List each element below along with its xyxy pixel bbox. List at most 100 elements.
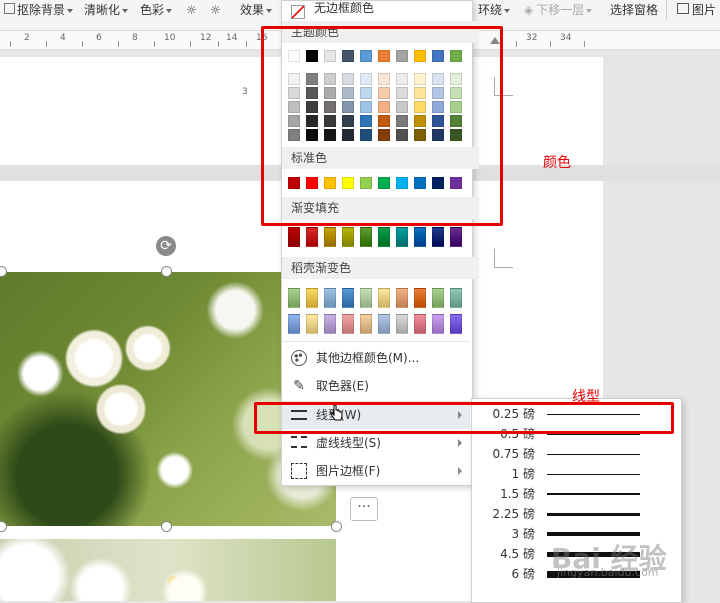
gradient-color-swatch[interactable]: [342, 227, 354, 247]
baidu-watermark-url: jingyan.baidu.com: [557, 566, 659, 579]
brightness-up-button[interactable]: ☼: [186, 0, 197, 20]
line-weight-sample: [547, 493, 640, 495]
daoke-gradient-swatch[interactable]: [450, 288, 462, 308]
line-weight-option[interactable]: 0.75 磅: [472, 444, 681, 464]
chevron-down-icon: [67, 8, 74, 13]
flower-image-2[interactable]: [0, 539, 336, 601]
daoke-gradient-swatch[interactable]: [378, 314, 390, 334]
line-weight-label: 2.25 磅: [492, 507, 535, 521]
daoke-gradient-swatch[interactable]: [360, 314, 372, 334]
ruler-label: 8: [132, 33, 138, 43]
resize-handle[interactable]: [161, 266, 172, 277]
margin-corner: [494, 249, 513, 268]
ruler-label: 10: [164, 33, 176, 43]
picture-button[interactable]: 图片: [666, 0, 716, 20]
page-number-mark: 3: [242, 87, 248, 97]
daoke-gradient-swatch[interactable]: [396, 288, 408, 308]
line-type-annotation: 线型: [572, 389, 600, 405]
rotate-handle-icon[interactable]: ⟳: [156, 236, 176, 256]
eyedropper-icon: ✎: [293, 378, 305, 394]
chevron-down-icon: [586, 8, 593, 13]
gradient-color-swatch[interactable]: [378, 227, 390, 247]
ruler-label: 4: [60, 33, 66, 43]
daoke-gradient-swatch[interactable]: [450, 314, 462, 334]
daoke-gradient-swatch[interactable]: [306, 314, 318, 334]
more-options-button[interactable]: ···: [350, 497, 378, 521]
line-weight-label: 1 磅: [511, 467, 535, 481]
ruler-label: 2: [24, 33, 30, 43]
line-type-highlight-box: [254, 402, 674, 434]
line-weight-sample: [547, 513, 640, 516]
remove-background-icon: [4, 3, 15, 14]
effects-button[interactable]: 效果: [240, 0, 273, 20]
line-weight-option[interactable]: 2.25 磅: [472, 504, 681, 524]
line-weight-sample: [547, 474, 640, 475]
daoke-gradient-swatch[interactable]: [414, 288, 426, 308]
resize-handle[interactable]: [161, 521, 172, 532]
daoke-gradient-swatch[interactable]: [342, 314, 354, 334]
no-color-icon: [291, 5, 305, 19]
line-weight-label: 0.75 磅: [492, 447, 535, 461]
brightness-down-button[interactable]: ☼: [210, 0, 221, 20]
color-button[interactable]: 色彩: [140, 0, 173, 20]
gradient-color-swatch[interactable]: [360, 227, 372, 247]
palette-icon: [291, 350, 307, 366]
daoke-gradient-swatch[interactable]: [432, 314, 444, 334]
wrap-button[interactable]: 环绕: [478, 0, 511, 20]
daoke-gradient-swatch[interactable]: [324, 288, 336, 308]
picture-border-item[interactable]: 图片边框(F): [282, 457, 470, 485]
line-weight-label: 3 磅: [511, 527, 535, 541]
chevron-down-icon: [266, 8, 273, 13]
line-weight-label: 6 磅: [511, 567, 535, 581]
gradient-color-swatch[interactable]: [306, 227, 318, 247]
remove-background-button[interactable]: 抠除背景: [4, 0, 74, 20]
daoke-gradient-swatch[interactable]: [306, 288, 318, 308]
daoke-gradient-swatch[interactable]: [288, 314, 300, 334]
line-weight-label: 1.5 磅: [500, 487, 535, 501]
color-highlight-box: [261, 26, 503, 226]
gradient-color-swatch[interactable]: [432, 227, 444, 247]
chevron-down-icon: [122, 8, 129, 13]
daoke-gradient-swatch[interactable]: [378, 288, 390, 308]
line-weight-sample: [547, 434, 640, 435]
daoke-gradient-swatch[interactable]: [414, 314, 426, 334]
gradient-color-swatch[interactable]: [396, 227, 408, 247]
line-weight-sample: [547, 532, 640, 536]
layer-down-icon: ◈: [524, 3, 534, 17]
ruler-label: 34: [560, 33, 572, 43]
ruler-label: 12: [200, 33, 212, 43]
daoke-gradient-header: 稻壳渐变色: [282, 257, 479, 279]
dash-line-icon: [291, 436, 307, 448]
chevron-down-icon: [504, 8, 511, 13]
line-weight-sample: [547, 454, 640, 455]
daoke-gradient-swatch[interactable]: [342, 288, 354, 308]
eyedropper-item[interactable]: ✎ 取色器(E): [282, 372, 470, 400]
daoke-gradient-swatch[interactable]: [360, 288, 372, 308]
line-weight-option[interactable]: 1.5 磅: [472, 484, 681, 504]
line-weight-option[interactable]: 1 磅: [472, 464, 681, 484]
other-border-colors-item[interactable]: 其他边框颜色(M)...: [282, 344, 470, 372]
daoke-gradient-swatch[interactable]: [396, 314, 408, 334]
ruler-label: 14: [226, 33, 238, 43]
daoke-gradient-swatch[interactable]: [432, 288, 444, 308]
sharpen-button[interactable]: 清晰化: [84, 0, 129, 20]
daoke-gradient-swatch[interactable]: [324, 314, 336, 334]
selection-pane-button[interactable]: 选择窗格: [610, 0, 658, 20]
picture-border-icon: [291, 463, 307, 479]
gradient-color-swatch[interactable]: [324, 227, 336, 247]
ruler-label: 6: [96, 33, 102, 43]
color-annotation: 颜色: [543, 155, 571, 171]
gradient-color-swatch[interactable]: [414, 227, 426, 247]
chevron-right-icon: [458, 467, 462, 475]
send-backward-button[interactable]: ◈ 下移一层: [524, 0, 593, 20]
line-weight-label: 4.5 磅: [500, 547, 535, 561]
daoke-gradient-swatch[interactable]: [288, 288, 300, 308]
brightness-up-icon: ☼: [186, 3, 197, 17]
gradient-color-swatch[interactable]: [288, 227, 300, 247]
gradient-color-swatch[interactable]: [450, 227, 462, 247]
ruler-label: 32: [526, 33, 538, 43]
chevron-down-icon: [166, 8, 173, 13]
picture-icon: [677, 3, 689, 14]
resize-handle[interactable]: [331, 521, 342, 532]
brightness-down-icon: ☼: [210, 3, 221, 17]
